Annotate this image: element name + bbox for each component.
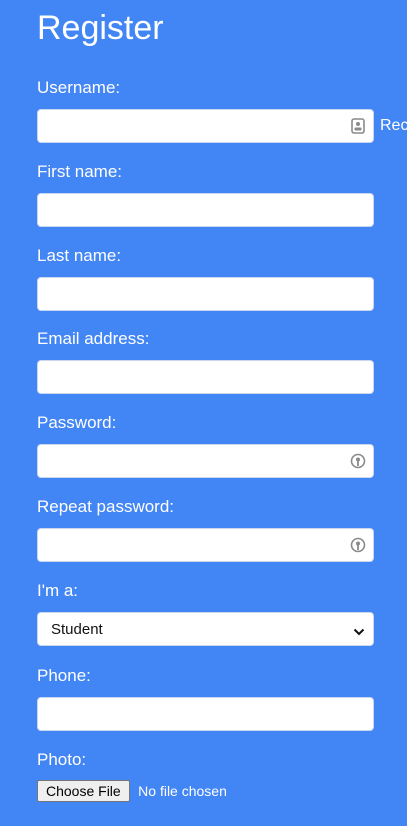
chevron-down-icon (353, 624, 365, 636)
last-name-label: Last name: (37, 246, 122, 265)
repeat-password-input[interactable] (37, 528, 374, 562)
first-name-input[interactable] (37, 193, 374, 227)
page-title: Register (37, 9, 164, 47)
role-selected-value: Student (51, 621, 103, 638)
phone-input[interactable] (37, 697, 374, 731)
password-label: Password: (37, 413, 117, 432)
username-input[interactable] (37, 109, 374, 143)
email-input[interactable] (37, 360, 374, 394)
phone-label: Phone: (37, 666, 91, 685)
role-select[interactable]: Student (37, 612, 374, 646)
email-label: Email address: (37, 329, 150, 348)
password-input[interactable] (37, 444, 374, 478)
photo-label: Photo: (37, 750, 87, 769)
username-side-text: Rec (380, 117, 407, 134)
username-label: Username: (37, 78, 121, 97)
first-name-label: First name: (37, 162, 123, 181)
photo-file-picker: Choose File No file chosen (37, 780, 227, 804)
repeat-password-label: Repeat password: (37, 497, 175, 516)
contact-card-icon[interactable] (350, 118, 366, 134)
last-name-input[interactable] (37, 277, 374, 311)
role-label: I'm a: (37, 581, 79, 600)
file-status: No file chosen (138, 783, 227, 799)
key-icon[interactable] (350, 453, 366, 469)
key-icon[interactable] (350, 537, 366, 553)
choose-file-button[interactable]: Choose File (37, 780, 130, 802)
